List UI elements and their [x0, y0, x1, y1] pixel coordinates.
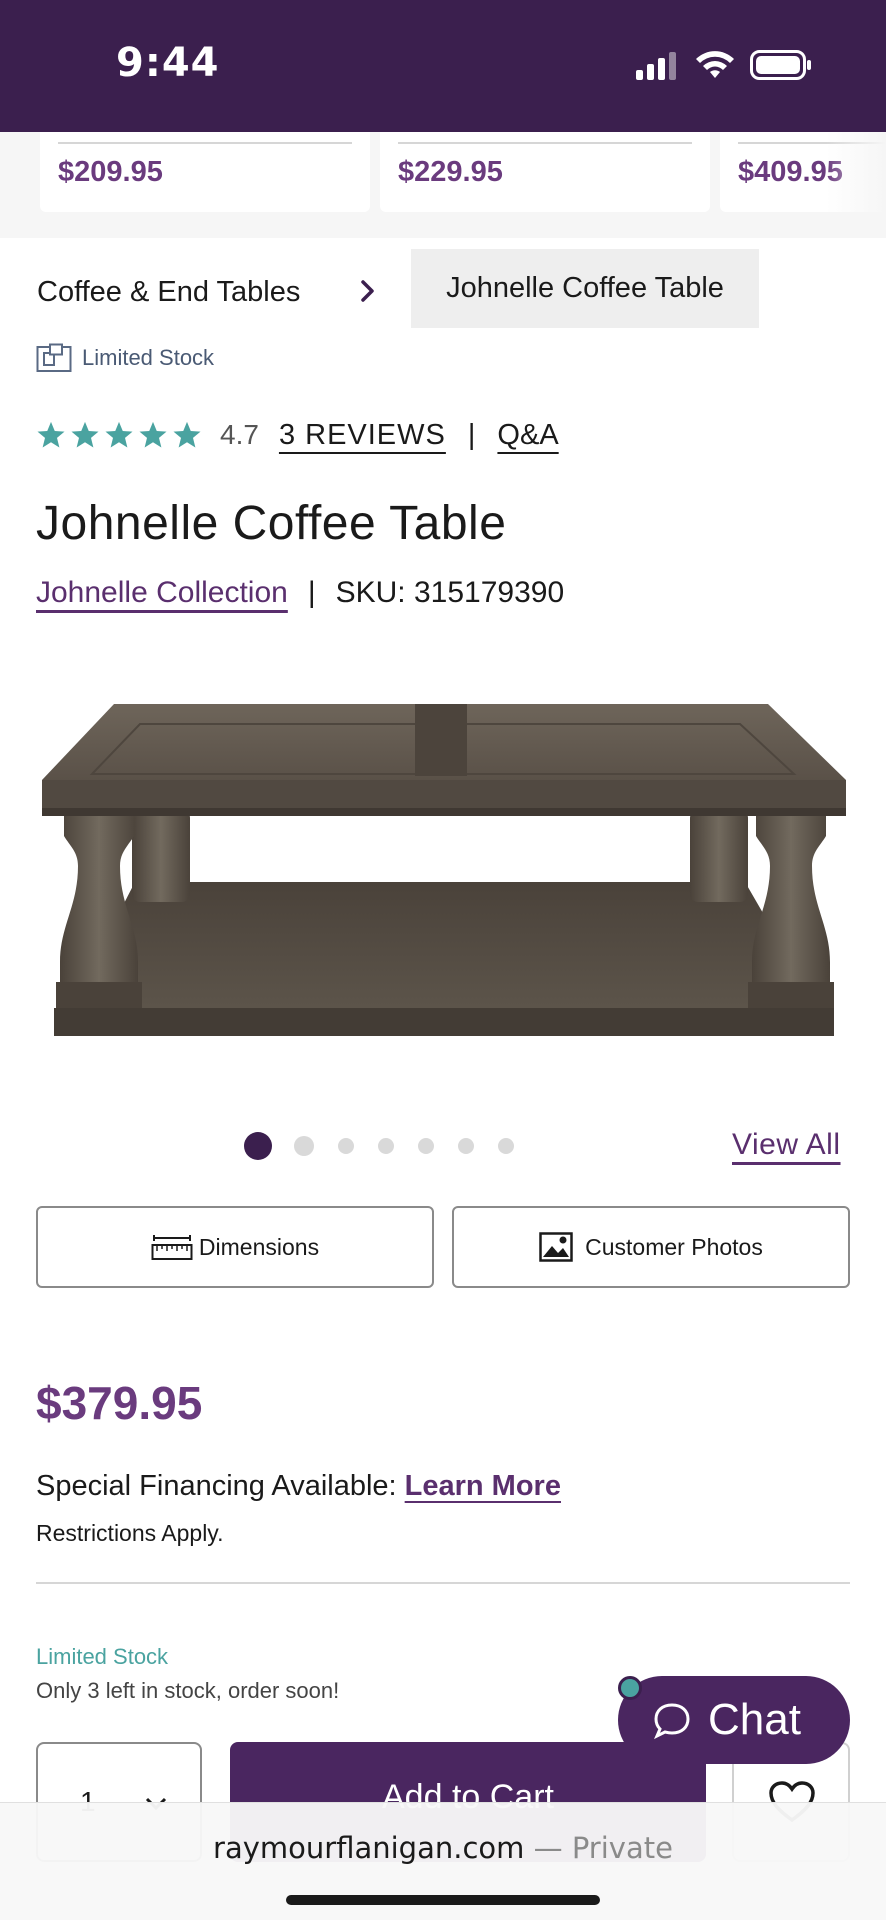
customer-photos-button-label: Customer Photos — [585, 1233, 763, 1260]
qa-link[interactable]: Q&A — [497, 419, 558, 452]
stock-boxes-icon — [36, 343, 72, 372]
chevron-right-icon — [361, 280, 374, 302]
related-product-price: $229.95 — [398, 156, 503, 188]
financing-label: Special Financing Available: — [36, 1470, 405, 1502]
related-product-card[interactable]: $209.95 — [40, 132, 370, 212]
divider — [36, 1582, 850, 1584]
stock-status-label: Limited Stock — [36, 1644, 169, 1669]
online-indicator — [618, 1676, 642, 1700]
image-icon — [539, 1232, 573, 1262]
product-title: Johnelle Coffee Table — [36, 497, 507, 550]
collection-link[interactable]: Johnelle Collection — [36, 576, 288, 610]
learn-more-link[interactable]: Learn More — [405, 1470, 561, 1502]
restrictions-text: Restrictions Apply. — [36, 1520, 224, 1546]
star-icon — [71, 421, 99, 448]
breadcrumb-current: Johnelle Coffee Table — [411, 249, 759, 328]
stock-status-label: Limited Stock — [82, 345, 215, 370]
rating-value: 4.7 — [220, 419, 259, 450]
star-icon — [37, 421, 65, 448]
reviews-link[interactable]: 3 REVIEWS — [279, 419, 446, 452]
chat-label: Chat — [708, 1695, 801, 1744]
related-product-price: $209.95 — [58, 156, 163, 188]
carousel-dot-active[interactable] — [244, 1132, 272, 1160]
star-icon — [105, 421, 133, 448]
sku-text: SKU: 315179390 — [335, 576, 565, 609]
url-text: raymourflanigan.com — Private — [0, 1831, 886, 1865]
dimensions-button[interactable]: Dimensions — [36, 1206, 434, 1288]
related-products-strip: $209.95 $229.95 $409.95 — [0, 132, 886, 238]
chat-button[interactable]: Chat — [618, 1676, 850, 1764]
status-time: 9:44 — [116, 40, 220, 86]
dimensions-button-label: Dimensions — [198, 1233, 320, 1260]
view-all-link[interactable]: View All — [732, 1128, 841, 1162]
carousel-dot[interactable] — [338, 1138, 354, 1154]
financing-text: Special Financing Available: Learn More — [36, 1470, 561, 1503]
wifi-icon — [696, 51, 734, 78]
url-domain: raymourflanigan.com — [213, 1831, 525, 1865]
carousel-dot[interactable] — [294, 1136, 314, 1156]
carousel-dot[interactable] — [498, 1138, 514, 1154]
star-icon — [139, 421, 167, 448]
customer-photos-button[interactable]: Customer Photos — [452, 1206, 850, 1288]
product-meta: Johnelle Collection | SKU: 315179390 — [36, 572, 564, 614]
rating-row: 4.7 3 REVIEWS | Q&A — [36, 412, 559, 458]
home-indicator — [286, 1895, 600, 1905]
status-bar: 9:44 — [0, 0, 886, 132]
carousel-dots — [244, 1132, 514, 1160]
cellular-signal-icon — [636, 52, 676, 80]
carousel-dot[interactable] — [378, 1138, 394, 1154]
browser-address-bar[interactable]: raymourflanigan.com — Private — [0, 1802, 886, 1920]
related-product-card[interactable]: $229.95 — [380, 132, 710, 212]
breadcrumb-parent-link[interactable]: Coffee & End Tables — [37, 276, 300, 309]
divider: | — [467, 418, 476, 451]
carousel-dot[interactable] — [418, 1138, 434, 1154]
stock-status-badge: Limited Stock — [36, 342, 214, 374]
chat-bubble-icon — [654, 1703, 690, 1740]
divider: | — [307, 576, 316, 609]
star-icon — [173, 421, 201, 448]
private-label: — Private — [524, 1831, 673, 1865]
stock-note: Only 3 left in stock, order soon! — [36, 1678, 340, 1703]
battery-icon — [750, 50, 811, 80]
product-image[interactable] — [40, 690, 850, 1050]
ruler-icon — [151, 1235, 193, 1260]
carousel-dot[interactable] — [458, 1138, 474, 1154]
product-price: $379.95 — [36, 1377, 203, 1429]
